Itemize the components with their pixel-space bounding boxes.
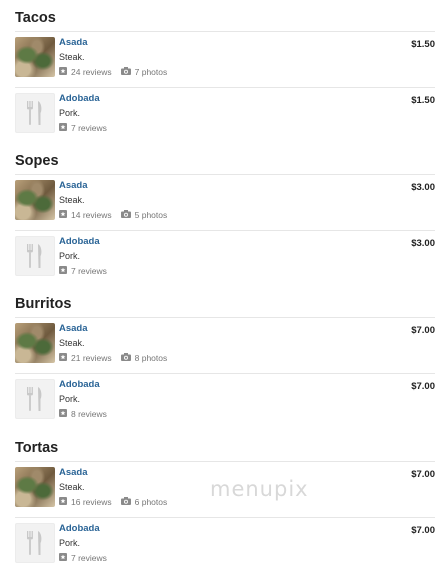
menu-item[interactable]: Asada Steak. 24 reviews 7 photos $1.50	[15, 31, 435, 87]
item-price: $1.50	[411, 95, 435, 106]
item-description: Steak.	[59, 338, 85, 348]
photos-count: 5 photos	[134, 210, 168, 220]
item-description: Pork.	[59, 251, 81, 261]
item-price: $7.00	[411, 469, 435, 480]
reviews-link[interactable]: 21 reviews	[59, 353, 112, 363]
fork-knife-icon	[15, 379, 55, 419]
review-icon	[59, 67, 67, 77]
camera-icon	[120, 353, 131, 363]
item-price: $7.00	[411, 525, 435, 536]
item-description: Steak.	[59, 195, 85, 205]
photos-link[interactable]: 6 photos	[120, 497, 168, 507]
photos-count: 8 photos	[134, 353, 168, 363]
item-meta: 21 reviews 8 photos	[59, 353, 176, 363]
item-description: Pork.	[59, 394, 81, 404]
item-name-link[interactable]: Asada	[59, 37, 88, 48]
dish-photo[interactable]	[15, 37, 55, 77]
item-name-link[interactable]: Adobada	[59, 523, 100, 534]
menu-item[interactable]: Adobada Pork. 8 reviews $7.00	[15, 373, 435, 429]
item-description: Steak.	[59, 52, 85, 62]
menu-item[interactable]: Asada Steak. 14 reviews 5 photos $3.00	[15, 174, 435, 230]
menu-item[interactable]: Adobada Pork. 7 reviews $3.00	[15, 230, 435, 286]
reviews-count: 7 reviews	[71, 266, 107, 276]
menu-item[interactable]: Asada Steak. 21 reviews 8 photos $7.00	[15, 317, 435, 373]
item-name-link[interactable]: Adobada	[59, 93, 100, 104]
review-icon	[59, 409, 67, 419]
item-meta: 14 reviews 5 photos	[59, 210, 176, 220]
item-price: $7.00	[411, 381, 435, 392]
reviews-count: 16 reviews	[71, 497, 112, 507]
reviews-count: 24 reviews	[71, 67, 112, 77]
photos-link[interactable]: 8 photos	[120, 353, 168, 363]
reviews-link[interactable]: 8 reviews	[59, 409, 107, 419]
reviews-link[interactable]: 7 reviews	[59, 123, 107, 133]
item-name-link[interactable]: Asada	[59, 180, 88, 191]
section-title-tacos: Tacos	[15, 10, 56, 26]
item-name-link[interactable]: Adobada	[59, 379, 100, 390]
review-icon	[59, 123, 67, 133]
reviews-link[interactable]: 7 reviews	[59, 553, 107, 563]
camera-icon	[120, 67, 131, 77]
item-price: $3.00	[411, 238, 435, 249]
fork-knife-icon	[15, 236, 55, 276]
item-price: $7.00	[411, 325, 435, 336]
photos-link[interactable]: 5 photos	[120, 210, 168, 220]
review-icon	[59, 266, 67, 276]
item-description: Pork.	[59, 108, 81, 118]
reviews-link[interactable]: 24 reviews	[59, 67, 112, 77]
item-meta: 8 reviews	[59, 409, 116, 419]
item-meta: 7 reviews	[59, 553, 116, 563]
review-icon	[59, 553, 67, 563]
photos-count: 7 photos	[134, 67, 168, 77]
dish-photo[interactable]	[15, 467, 55, 507]
item-price: $1.50	[411, 39, 435, 50]
review-icon	[59, 497, 67, 507]
watermark: menupix	[210, 477, 309, 501]
item-meta: 7 reviews	[59, 123, 116, 133]
reviews-count: 7 reviews	[71, 553, 107, 563]
item-meta: 16 reviews 6 photos	[59, 497, 176, 507]
menu-item[interactable]: Adobada Pork. 7 reviews $1.50	[15, 87, 435, 143]
photos-count: 6 photos	[134, 497, 168, 507]
section-title-burritos: Burritos	[15, 296, 72, 312]
item-meta: 7 reviews	[59, 266, 116, 276]
camera-icon	[120, 210, 131, 220]
reviews-link[interactable]: 7 reviews	[59, 266, 107, 276]
reviews-link[interactable]: 14 reviews	[59, 210, 112, 220]
item-description: Pork.	[59, 538, 81, 548]
review-icon	[59, 210, 67, 220]
fork-knife-icon	[15, 523, 55, 563]
item-description: Steak.	[59, 482, 85, 492]
camera-icon	[120, 497, 131, 507]
dish-photo[interactable]	[15, 323, 55, 363]
reviews-count: 21 reviews	[71, 353, 112, 363]
item-price: $3.00	[411, 182, 435, 193]
section-title-tortas: Tortas	[15, 440, 59, 456]
item-name-link[interactable]: Asada	[59, 467, 88, 478]
item-meta: 24 reviews 7 photos	[59, 67, 176, 77]
reviews-link[interactable]: 16 reviews	[59, 497, 112, 507]
menu-item[interactable]: Adobada Pork. 7 reviews $7.00	[15, 517, 435, 573]
fork-knife-icon	[15, 93, 55, 133]
reviews-count: 14 reviews	[71, 210, 112, 220]
item-name-link[interactable]: Asada	[59, 323, 88, 334]
dish-photo[interactable]	[15, 180, 55, 220]
item-name-link[interactable]: Adobada	[59, 236, 100, 247]
review-icon	[59, 353, 67, 363]
photos-link[interactable]: 7 photos	[120, 67, 168, 77]
section-title-sopes: Sopes	[15, 153, 59, 169]
reviews-count: 7 reviews	[71, 123, 107, 133]
reviews-count: 8 reviews	[71, 409, 107, 419]
